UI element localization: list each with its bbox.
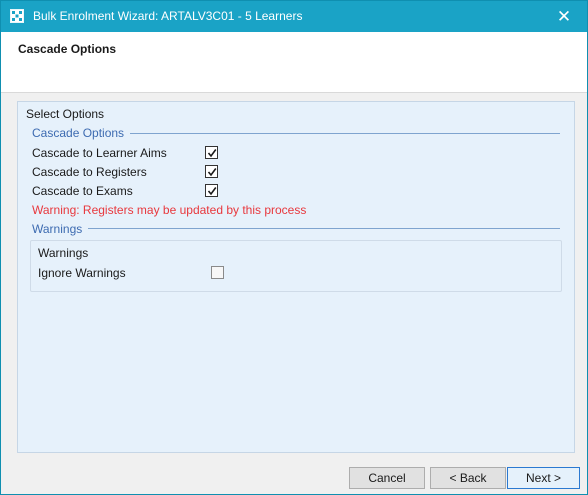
- app-icon: [10, 9, 24, 23]
- back-button[interactable]: < Back: [430, 467, 506, 489]
- page-title: Cascade Options: [18, 42, 117, 56]
- cancel-button[interactable]: Cancel: [349, 467, 425, 489]
- wizard-header: Cascade Options: [1, 32, 587, 93]
- option-exams: Cascade to Exams: [32, 184, 232, 200]
- exams-checkbox[interactable]: [205, 184, 218, 197]
- option-ignore-warnings: Ignore Warnings: [38, 266, 238, 282]
- option-label: Ignore Warnings: [38, 266, 126, 280]
- next-button[interactable]: Next >: [507, 467, 580, 489]
- warnings-box: Warnings Ignore Warnings: [30, 240, 562, 292]
- option-label: Cascade to Learner Aims: [32, 146, 167, 160]
- option-label: Cascade to Registers: [32, 165, 147, 179]
- option-label: Cascade to Exams: [32, 184, 133, 198]
- options-panel: Select Options Cascade Options Cascade t…: [17, 101, 575, 453]
- warnings-group-divider: [86, 228, 560, 229]
- registers-checkbox[interactable]: [205, 165, 218, 178]
- section-label: Select Options: [26, 107, 105, 121]
- window-title: Bulk Enrolment Wizard: ARTALV3C01 - 5 Le…: [33, 9, 303, 23]
- warnings-group-title: Warnings: [32, 222, 89, 236]
- wizard-window: Bulk Enrolment Wizard: ARTALV3C01 - 5 Le…: [0, 0, 588, 495]
- ignore-warnings-checkbox[interactable]: [211, 266, 224, 279]
- learner-aims-checkbox[interactable]: [205, 146, 218, 159]
- close-icon[interactable]: ✕: [541, 1, 587, 32]
- warnings-box-title: Warnings: [38, 246, 89, 260]
- option-learner-aims: Cascade to Learner Aims: [32, 146, 232, 162]
- wizard-footer: Cancel < Back Next >: [1, 458, 587, 494]
- cascade-group-divider: [126, 133, 560, 134]
- registers-warning: Warning: Registers may be updated by thi…: [32, 203, 307, 217]
- cascade-group-title: Cascade Options: [32, 126, 131, 140]
- title-bar[interactable]: Bulk Enrolment Wizard: ARTALV3C01 - 5 Le…: [1, 1, 587, 32]
- option-registers: Cascade to Registers: [32, 165, 232, 181]
